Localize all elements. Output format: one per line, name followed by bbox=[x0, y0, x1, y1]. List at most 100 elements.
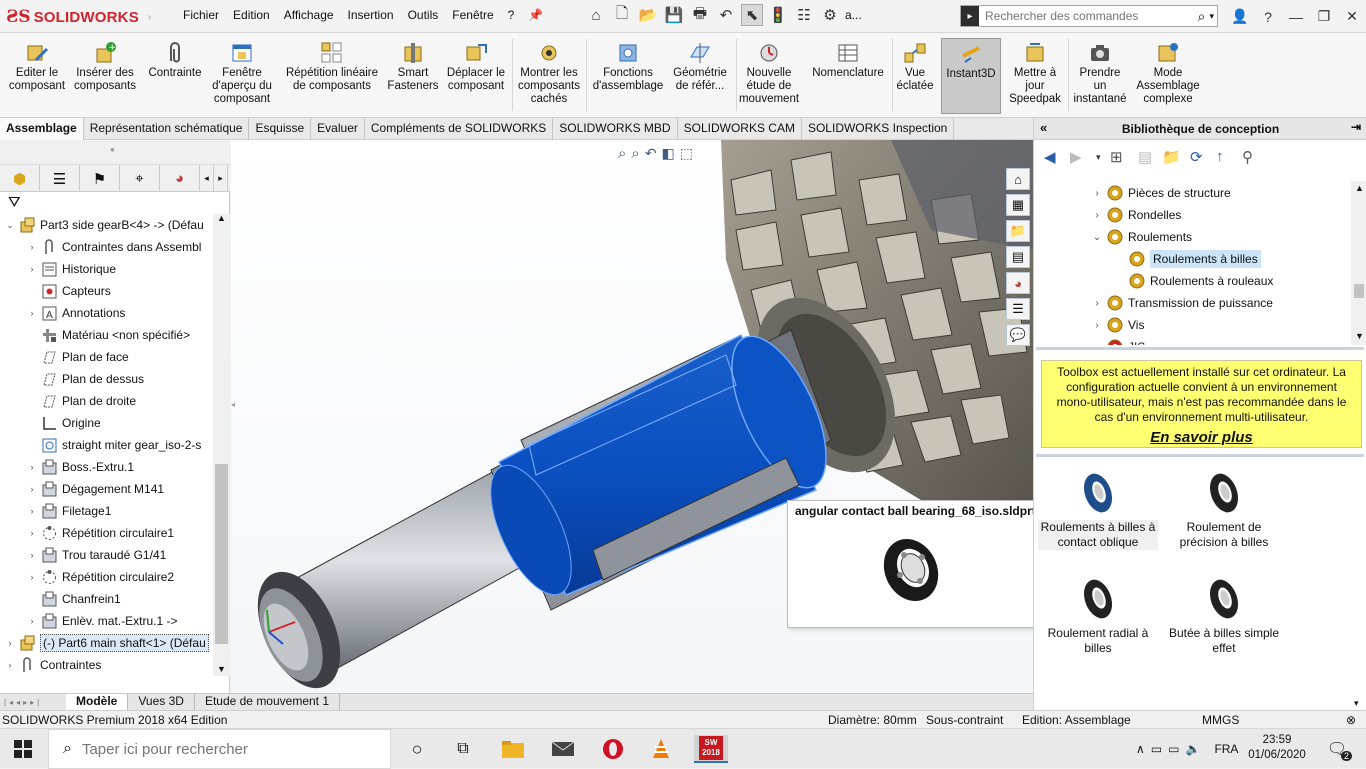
taskbar-search[interactable]: ⌕ bbox=[48, 729, 391, 769]
tree-node[interactable]: › A Annotations bbox=[26, 302, 125, 324]
mail-icon[interactable] bbox=[546, 735, 580, 763]
add-to-library-icon[interactable]: ⊞ bbox=[1110, 148, 1123, 166]
minimize-icon[interactable]: — bbox=[1282, 0, 1310, 33]
solidworks-taskbar-icon[interactable]: SW 2018 bbox=[694, 735, 728, 763]
menu-help[interactable]: ? bbox=[501, 8, 522, 22]
chevron-right-icon[interactable]: › bbox=[4, 660, 16, 670]
file-explorer-icon[interactable] bbox=[496, 735, 530, 763]
library-node[interactable]: ⌄ Roulements bbox=[1090, 226, 1192, 248]
chevron-right-icon[interactable]: › bbox=[26, 484, 38, 494]
tree-node[interactable]: › Répétition circulaire1 bbox=[26, 522, 174, 544]
tree-node[interactable]: › Répétition circulaire2 bbox=[26, 566, 174, 588]
design-library-icon[interactable]: ▦ bbox=[1006, 194, 1030, 216]
tree-scrollbar[interactable]: ▲ ▼ bbox=[213, 213, 230, 676]
scroll-down-icon[interactable]: ▼ bbox=[217, 664, 226, 674]
filter-icon[interactable]: ⛛ bbox=[8, 194, 21, 211]
tabs-scroll-right-icon[interactable]: ▸ bbox=[214, 165, 228, 192]
command-search-input[interactable] bbox=[979, 9, 1198, 23]
splitter[interactable] bbox=[1036, 347, 1364, 350]
new-document-icon[interactable]: 🗋 bbox=[611, 4, 633, 26]
custom-properties-icon[interactable]: ☰ bbox=[1006, 298, 1030, 320]
library-scrollbar[interactable]: ▲ ▼ bbox=[1351, 181, 1366, 345]
forum-icon[interactable]: 💬 bbox=[1006, 324, 1030, 346]
tree-node[interactable]: › Contraintes dans Assembl bbox=[26, 236, 201, 258]
tab-motion-study[interactable]: Etude de mouvement 1 bbox=[195, 694, 341, 710]
menu-affichage[interactable]: Affichage bbox=[277, 8, 341, 22]
tree-node[interactable]: Plan de face bbox=[26, 346, 129, 368]
dimxpert-tab-icon[interactable]: ⌖ bbox=[120, 165, 160, 192]
solidworks-resources-icon[interactable]: ⌂ bbox=[1006, 168, 1030, 190]
take-snapshot-button[interactable]: Prendre un instantané bbox=[1072, 41, 1128, 106]
tab-complements[interactable]: Compléments de SOLIDWORKS bbox=[365, 118, 554, 140]
chevron-right-icon[interactable]: › bbox=[4, 638, 16, 648]
back-icon[interactable]: ◀ bbox=[1044, 148, 1056, 166]
forward-icon[interactable]: ▶ bbox=[1070, 148, 1082, 166]
select-pointer-icon[interactable]: ⬉ bbox=[741, 4, 763, 26]
chevron-right-icon[interactable]: › bbox=[1090, 342, 1104, 346]
scrollbar-thumb[interactable] bbox=[215, 464, 228, 644]
pin-icon[interactable]: 📌 bbox=[521, 8, 550, 22]
library-node[interactable]: Roulements à billes bbox=[1112, 248, 1261, 270]
panel-collapse-icon[interactable]: ◂ bbox=[231, 400, 235, 409]
up-one-level-icon[interactable]: ↑ bbox=[1216, 148, 1224, 165]
tab-cam[interactable]: SOLIDWORKS CAM bbox=[678, 118, 802, 140]
search-scope-icon[interactable]: ▸ bbox=[961, 6, 979, 26]
new-motion-study-button[interactable]: Nouvelle étude de mouvement bbox=[739, 41, 799, 106]
zoom-to-fit-icon[interactable]: ⌕ bbox=[618, 145, 626, 162]
pane-grip[interactable]: ● bbox=[0, 140, 230, 165]
status-units[interactable]: MMGS bbox=[1202, 713, 1239, 727]
tree-node[interactable]: › Filetage1 bbox=[26, 500, 111, 522]
scroll-down-icon[interactable]: ▾ bbox=[1354, 698, 1359, 709]
add-location-icon[interactable]: ▤ bbox=[1138, 148, 1152, 166]
tree-node[interactable]: › Contraintes bbox=[4, 654, 101, 676]
language-indicator[interactable]: FRA bbox=[1214, 742, 1238, 756]
tree-node[interactable]: Matériau <non spécifié> bbox=[26, 324, 190, 346]
search-dropdown-icon[interactable]: ▾ bbox=[1209, 11, 1214, 22]
tab-mbd[interactable]: SOLIDWORKS MBD bbox=[553, 118, 678, 140]
menu-outils[interactable]: Outils bbox=[401, 8, 446, 22]
chevron-right-icon[interactable]: › bbox=[26, 528, 38, 538]
user-icon[interactable]: 👤 bbox=[1226, 0, 1254, 33]
options-gear-icon[interactable]: ⚙ bbox=[819, 4, 841, 26]
scrollbar-thumb[interactable] bbox=[1354, 284, 1364, 298]
update-speedpak-button[interactable]: Mettre à jour Speedpak bbox=[1008, 41, 1062, 106]
scroll-up-icon[interactable]: ▲ bbox=[1355, 183, 1364, 193]
library-node[interactable]: › Pièces de structure bbox=[1090, 182, 1231, 204]
move-component-button[interactable]: Déplacer le composant bbox=[444, 41, 508, 93]
tab-inspection[interactable]: SOLIDWORKS Inspection bbox=[802, 118, 955, 140]
edit-component-button[interactable]: Editer le composant bbox=[6, 41, 68, 93]
toolbar-overflow[interactable]: a... bbox=[845, 8, 862, 22]
chevron-right-icon[interactable]: › bbox=[1090, 320, 1104, 331]
collapse-pane-icon[interactable]: « bbox=[1040, 120, 1047, 135]
linear-pattern-button[interactable]: Répétition linéaire de composants bbox=[282, 41, 382, 93]
taskbar-search-input[interactable] bbox=[81, 740, 362, 758]
windows-start-icon[interactable] bbox=[6, 735, 40, 763]
chevron-down-icon[interactable]: ⌄ bbox=[1090, 232, 1104, 243]
toolbox-icon[interactable]: ⚲ bbox=[1242, 148, 1253, 166]
chevron-right-icon[interactable]: › bbox=[26, 264, 38, 274]
library-item[interactable]: Butée à billes simple effet bbox=[1164, 576, 1284, 656]
chevron-right-icon[interactable]: › bbox=[1090, 210, 1104, 221]
tab-modele[interactable]: Modèle bbox=[66, 694, 129, 710]
command-search[interactable]: ▸ ⌕ ▾ bbox=[960, 5, 1218, 27]
previous-view-icon[interactable]: ↶ bbox=[645, 145, 657, 162]
tree-node[interactable]: Origine bbox=[26, 412, 101, 434]
print-icon[interactable]: 🖶 bbox=[689, 4, 711, 26]
traffic-light-icon[interactable]: 🚦 bbox=[767, 4, 789, 26]
chevron-right-icon[interactable]: › bbox=[26, 616, 38, 626]
large-assembly-mode-button[interactable]: Mode Assemblage complexe bbox=[1134, 41, 1202, 106]
scroll-up-icon[interactable]: ▲ bbox=[217, 213, 226, 223]
splitter[interactable] bbox=[1036, 454, 1364, 457]
chevron-right-icon[interactable]: › bbox=[26, 462, 38, 472]
library-node[interactable]: › JIS bbox=[1090, 336, 1145, 345]
tree-node[interactable]: › (-) Part6 main shaft<1> (Défau bbox=[4, 632, 209, 654]
chevron-right-icon[interactable]: › bbox=[26, 550, 38, 560]
chevron-right-icon[interactable]: › bbox=[26, 242, 38, 252]
library-node[interactable]: › Transmission de puissance bbox=[1090, 292, 1273, 314]
tree-node[interactable]: Plan de droite bbox=[26, 390, 136, 412]
status-info-icon[interactable]: ⊗ bbox=[1346, 713, 1356, 727]
chevron-right-icon[interactable]: › bbox=[1090, 298, 1104, 309]
laptop-icon[interactable]: ▭ bbox=[1168, 742, 1179, 756]
smart-fasteners-button[interactable]: Smart Fasteners bbox=[385, 41, 441, 93]
chevron-right-icon[interactable]: › bbox=[26, 572, 38, 582]
